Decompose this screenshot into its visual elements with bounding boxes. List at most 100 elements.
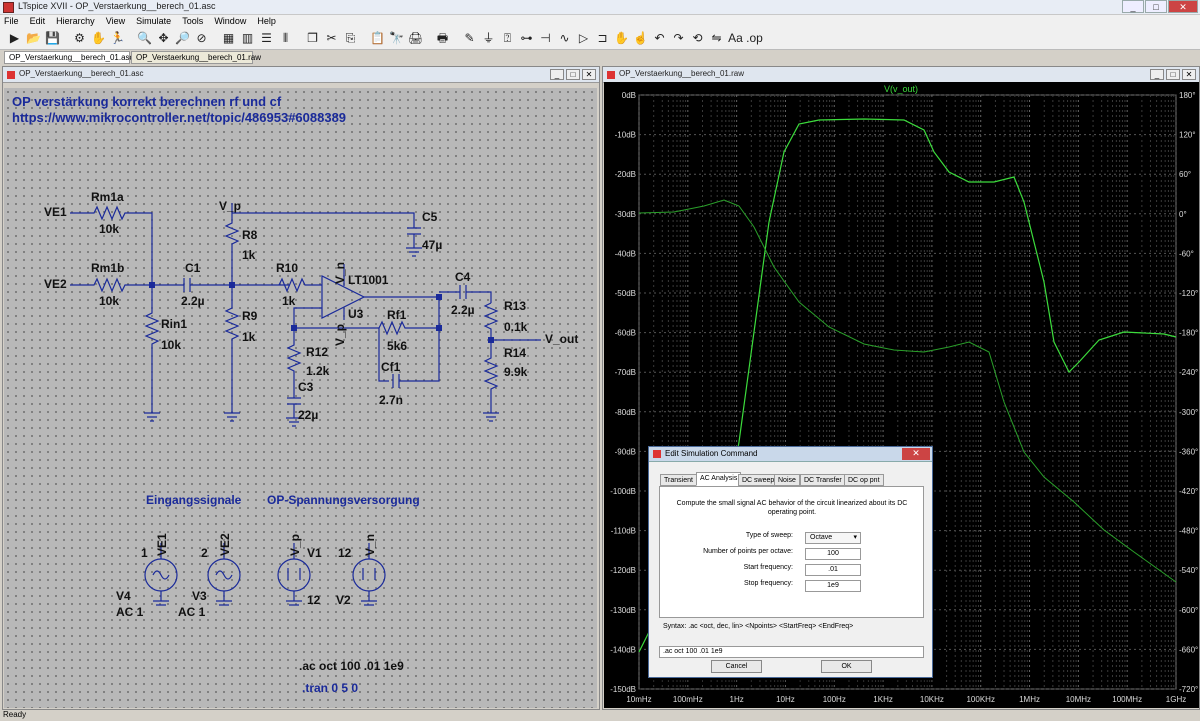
halt-icon[interactable]: ✋ — [90, 30, 107, 47]
save-icon[interactable]: 💾 — [44, 30, 61, 47]
ground-rin1 — [144, 412, 160, 422]
control-panel-icon[interactable]: ⚙ — [71, 30, 88, 47]
cancel-button[interactable]: Cancel — [711, 660, 762, 673]
value-cf1: 2.7n — [379, 393, 403, 407]
trace-label-vout[interactable]: V(v_out) — [884, 84, 918, 94]
drag-icon[interactable]: ☝ — [632, 30, 649, 47]
dialog-tab-ac-analysis[interactable]: AC Analysis — [696, 472, 742, 486]
schematic-close-button[interactable]: ✕ — [582, 69, 596, 80]
value-c5: 47µ — [422, 238, 442, 252]
zoom-cancel-icon[interactable]: ⊘ — [193, 30, 210, 47]
menu-help[interactable]: Help — [253, 15, 280, 27]
schematic-canvas[interactable]: OP verstärkung korrekt berechnen rf und … — [4, 88, 597, 708]
close-button[interactable]: ✕ — [1168, 0, 1198, 13]
wire-icon[interactable]: ✎ — [461, 30, 478, 47]
menu-hierarchy[interactable]: Hierarchy — [52, 15, 99, 27]
y-tick-label-phase: -480° — [1179, 527, 1198, 536]
sweep-type-select[interactable]: Octave ▾ — [805, 532, 861, 544]
menu-view[interactable]: View — [102, 15, 129, 27]
dialog-tab-dc-op-pnt[interactable]: DC op pnt — [844, 474, 884, 486]
label-icon[interactable]: ⍰ — [499, 30, 516, 47]
tile-vertical-icon[interactable]: ⫴ — [277, 30, 294, 47]
run-icon[interactable]: ▶ — [6, 30, 23, 47]
value-c4: 2.2µ — [451, 303, 475, 317]
tile-horizontal-icon[interactable]: ☰ — [258, 30, 275, 47]
cascade-icon[interactable]: ❐ — [304, 30, 321, 47]
spice-directive-icon[interactable]: .op — [746, 30, 763, 47]
mirror-icon[interactable]: ⇋ — [708, 30, 725, 47]
label-v1: V1 — [307, 546, 322, 560]
pan-icon[interactable]: ✥ — [155, 30, 172, 47]
command-line-input[interactable]: .ac oct 100 .01 1e9 — [659, 646, 924, 658]
y-tick-label-db: -100dB — [610, 487, 636, 496]
waveform-minimize-button[interactable]: _ — [1150, 69, 1164, 80]
schematic-maximize-button[interactable]: □ — [566, 69, 580, 80]
y-tick-label-db: -40dB — [615, 249, 636, 258]
tab-waveform[interactable]: OP_Verstaerkung__berech_01.raw — [131, 51, 261, 64]
spice-directive-tran[interactable]: .tran 0 5 0 — [302, 681, 358, 695]
menu-window[interactable]: Window — [210, 15, 250, 27]
dialog-tab-noise[interactable]: Noise — [774, 474, 800, 486]
autorange-icon[interactable]: ▦ — [220, 30, 237, 47]
cut-icon[interactable]: ✂ — [323, 30, 340, 47]
paste-icon[interactable]: 📋 — [369, 30, 386, 47]
capacitor-icon[interactable]: ⊣ — [537, 30, 554, 47]
schematic-minimize-button[interactable]: _ — [550, 69, 564, 80]
waveform-maximize-button[interactable]: □ — [1166, 69, 1180, 80]
x-tick-label: 100MHz — [1112, 695, 1142, 704]
main-toolbar: ▶ 📂 💾 ⚙ ✋ 🏃 🔍 ✥ 🔎 ⊘ ▦ ▥ ☰ ⫴ ❐ ✂ ⎘ 📋 🔭 🖨 🖶 ✎ ⏚ ⍰ ⊶ ⊣ ∿ ▷ ⊐ ✋ ☝ ↶ ↷ ⟲ ⇋ Aa .op — [0, 27, 1200, 50]
y-tick-label-phase: -60° — [1179, 249, 1194, 258]
points-per-octave-input[interactable]: 100 — [805, 548, 861, 560]
resistor-r9 — [224, 285, 240, 413]
copy-icon[interactable]: ⎘ — [342, 30, 359, 47]
minimize-button[interactable]: _ — [1122, 0, 1144, 13]
chevron-down-icon: ▾ — [853, 534, 857, 541]
zoom-in-icon[interactable]: 🔍 — [136, 30, 153, 47]
menu-file[interactable]: File — [0, 15, 23, 27]
text-icon[interactable]: Aa — [727, 30, 744, 47]
y-tick-label-phase: -660° — [1179, 645, 1198, 654]
label-cf1: Cf1 — [381, 360, 401, 374]
zoom-out-icon[interactable]: 🔎 — [174, 30, 191, 47]
tab-schematic[interactable]: OP_Verstaerkung__berech_01.asc — [4, 51, 134, 64]
spice-directive-ac[interactable]: .ac oct 100 .01 1e9 — [299, 659, 404, 673]
label-v3: V3 — [192, 589, 207, 603]
resistor-r14 — [483, 340, 499, 413]
section-opamp-supply: OP-Spannungsversorgung — [267, 493, 420, 507]
maximize-button[interactable]: □ — [1145, 0, 1167, 13]
run-to-icon[interactable]: 🏃 — [109, 30, 126, 47]
rotate-icon[interactable]: ⟲ — [689, 30, 706, 47]
diode-icon[interactable]: ▷ — [575, 30, 592, 47]
ok-button[interactable]: OK — [821, 660, 872, 673]
open-icon[interactable]: 📂 — [25, 30, 42, 47]
value-r14: 9.9k — [504, 365, 528, 379]
value-c1: 2.2µ — [181, 294, 205, 308]
redo-icon[interactable]: ↷ — [670, 30, 687, 47]
move-icon[interactable]: ✋ — [613, 30, 630, 47]
component-icon[interactable]: ⊐ — [594, 30, 611, 47]
undo-icon[interactable]: ↶ — [651, 30, 668, 47]
y-tick-label-phase: 120° — [1179, 131, 1196, 140]
inductor-icon[interactable]: ∿ — [556, 30, 573, 47]
stop-frequency-input[interactable]: 1e9 — [805, 580, 861, 592]
net-label-vn: V_n — [333, 262, 347, 284]
value-r12: 1.2k — [306, 364, 330, 378]
dialog-close-button[interactable]: ✕ — [902, 448, 930, 460]
dialog-tab-dc-sweep[interactable]: DC sweep — [738, 474, 779, 486]
menu-tools[interactable]: Tools — [178, 15, 207, 27]
dialog-tab-transient[interactable]: Transient — [660, 474, 697, 486]
fft-icon[interactable]: ▥ — [239, 30, 256, 47]
ground-icon[interactable]: ⏚ — [480, 30, 497, 47]
print-icon[interactable]: 🖨 — [407, 30, 424, 47]
ground-r14 — [483, 412, 499, 422]
find-icon[interactable]: 🔭 — [388, 30, 405, 47]
dialog-tab-dc-transfer[interactable]: DC Transfer — [800, 474, 846, 486]
net-label-vp-opamp: V_p — [333, 324, 347, 346]
start-frequency-input[interactable]: .01 — [805, 564, 861, 576]
menu-edit[interactable]: Edit — [26, 15, 50, 27]
resistor-icon[interactable]: ⊶ — [518, 30, 535, 47]
menu-simulate[interactable]: Simulate — [132, 15, 175, 27]
value-rin1: 10k — [161, 338, 181, 352]
waveform-close-button[interactable]: ✕ — [1182, 69, 1196, 80]
print-setup-icon[interactable]: 🖶 — [434, 30, 451, 47]
